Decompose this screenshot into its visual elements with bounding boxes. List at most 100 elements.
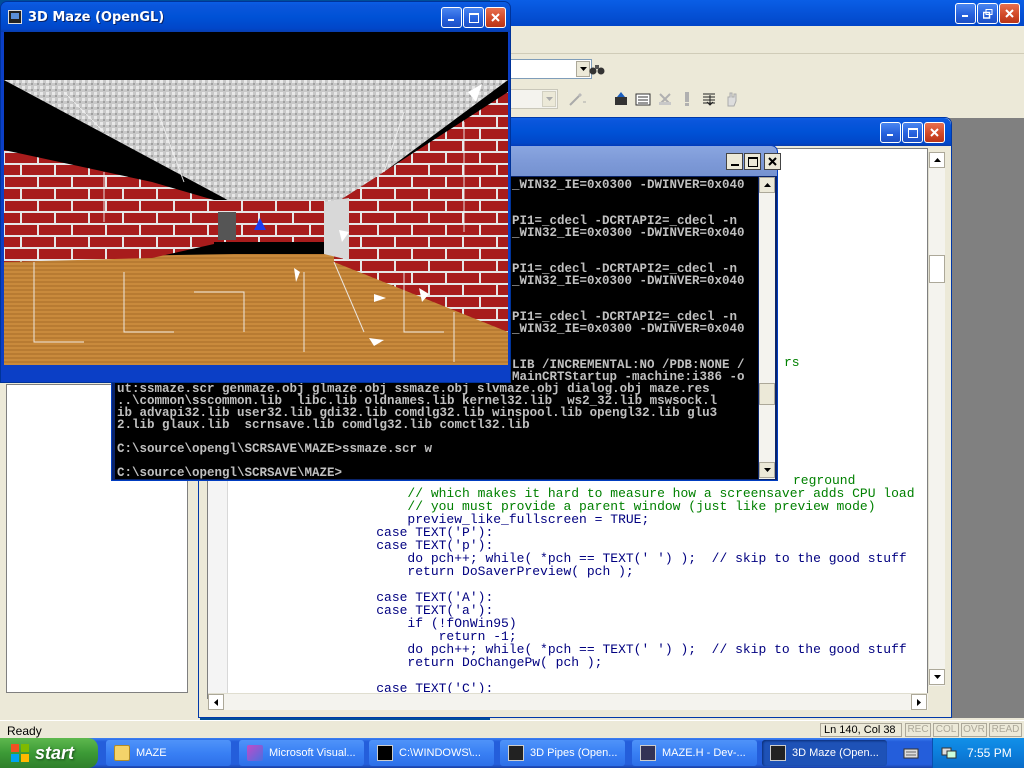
console-line: _WIN32_IE=0x0300 -DWINVER=0x040 (512, 322, 745, 336)
taskbar-button-label: 3D Pipes (Open... (530, 747, 618, 759)
opengl-app-icon (8, 10, 22, 24)
taskbar-button[interactable]: Microsoft Visual... (239, 740, 364, 766)
chevron-down-icon (542, 91, 556, 107)
taskbar-button-label: C:\WINDOWS\... (399, 747, 481, 759)
scroll-thumb[interactable] (929, 255, 945, 283)
taskbar-button-label: MAZE (136, 747, 167, 759)
system-tray: 7:55 PM (932, 738, 1024, 768)
close-icon (930, 128, 939, 137)
stop-build-button[interactable] (655, 88, 675, 110)
hand-icon (727, 92, 737, 107)
maximize-icon (468, 12, 479, 23)
vs-target-combo[interactable] (510, 89, 558, 109)
close-icon (768, 157, 777, 166)
keyboard-icon (903, 748, 919, 759)
maze-minimize-button[interactable] (441, 7, 462, 28)
find-in-files-button[interactable] (586, 59, 608, 79)
stop-build-icon (659, 93, 671, 105)
opengl-app-icon (770, 745, 786, 761)
clock[interactable]: 7:55 PM (967, 746, 1012, 760)
maze-close-button[interactable] (485, 7, 506, 28)
execute-button[interactable] (677, 88, 697, 110)
breakpoint-list-icon (703, 93, 715, 106)
editor-vertical-scrollbar[interactable] (928, 152, 945, 686)
scroll-thumb[interactable] (759, 383, 775, 405)
vs-minimize-button[interactable] (955, 3, 976, 24)
scroll-down-arrow-icon[interactable] (759, 462, 775, 478)
console-full-lines: ut:ssmaze.scr genmaze.obj glmaze.obj ssm… (117, 383, 717, 479)
vs-menu-bar (490, 26, 1024, 54)
taskbar-button-label: 3D Maze (Open... (792, 747, 879, 759)
vs-config-combo[interactable] (510, 59, 592, 79)
cmd-maximize-button[interactable] (744, 153, 761, 170)
minimize-icon (730, 163, 739, 166)
taskbar-button[interactable]: 3D Pipes (Open... (500, 740, 625, 766)
console-line: _WIN32_IE=0x0300 -DWINVER=0x040 (512, 226, 745, 240)
folder-icon (114, 745, 130, 761)
start-button[interactable]: start (0, 738, 98, 768)
console-right-lines: _WIN32_IE=0x0300 -DWINVER=0x040 PI1=_cdec… (512, 179, 745, 384)
taskbar-button-label: MAZE.H - Dev-... (662, 747, 746, 759)
status-ready-text: Ready (7, 724, 42, 738)
taskbar: start MAZE Microsoft Visual... C:\WINDOWS\… (0, 738, 1024, 768)
code-line: return DoSaverPreview( pch ); (228, 564, 634, 579)
binoculars-icon (589, 65, 605, 75)
scroll-up-arrow-icon[interactable] (929, 152, 945, 168)
vs-close-button[interactable] (999, 3, 1020, 24)
cmd-close-button[interactable] (764, 153, 781, 170)
minimize-icon (887, 134, 893, 136)
maze-3d-viewport[interactable] (4, 32, 508, 365)
scroll-up-arrow-icon[interactable] (759, 177, 775, 193)
exclamation-icon (685, 92, 689, 106)
devcpp-icon (640, 745, 656, 761)
maze-window: 3D Maze (OpenGL) (0, 1, 511, 383)
opengl-app-icon (508, 745, 524, 761)
build-icon (635, 93, 651, 106)
cmd-minimize-button[interactable] (726, 153, 743, 170)
status-line-col: Ln 140, Col 38 (820, 723, 902, 737)
start-label: start (35, 742, 75, 763)
close-icon (1005, 9, 1014, 18)
go-button[interactable] (721, 88, 741, 110)
editor-maximize-button[interactable] (902, 122, 923, 143)
maze-window-title: 3D Maze (OpenGL) (28, 10, 165, 25)
indicator-read: READ (989, 723, 1022, 737)
editor-minimize-button[interactable] (880, 122, 901, 143)
taskbar-button[interactable]: MAZE (106, 740, 231, 766)
keyboard-tray-icon[interactable] (903, 745, 919, 761)
taskbar-button[interactable]: MAZE.H - Dev-... (632, 740, 757, 766)
editor-horizontal-scrollbar[interactable] (208, 693, 928, 710)
editor-close-button[interactable] (924, 122, 945, 143)
console-line: 2.lib glaux.lib scrnsave.lib comdlg32.li… (117, 418, 530, 432)
build-button[interactable] (633, 88, 653, 110)
wand-icon (569, 93, 586, 106)
scroll-down-arrow-icon[interactable] (929, 669, 945, 685)
maze-window-frame-bottom (1, 365, 510, 382)
scroll-right-arrow-icon[interactable] (911, 694, 927, 710)
close-icon (491, 13, 500, 22)
console-line: _WIN32_IE=0x0300 -DWINVER=0x040 (512, 274, 745, 288)
maximize-icon (747, 156, 758, 167)
maze-maximize-button[interactable] (463, 7, 484, 28)
restore-icon (982, 8, 992, 19)
compile-icon (615, 92, 627, 105)
console-line: C:\source\opengl\SCRSAVE\MAZE> (117, 466, 343, 479)
minimize-icon (448, 19, 454, 21)
indicator-col: COL (933, 723, 959, 737)
compile-button[interactable] (611, 88, 631, 110)
taskbar-button[interactable]: 3D Maze (Open... (762, 740, 887, 766)
network-icon[interactable] (941, 745, 957, 761)
wand-button[interactable] (562, 88, 592, 110)
indicator-ovr: OVR (961, 723, 987, 737)
console-line: C:\source\opengl\SCRSAVE\MAZE>ssmaze.scr… (117, 442, 433, 456)
vs-restore-button[interactable] (977, 3, 998, 24)
taskbar-button[interactable]: C:\WINDOWS\... (369, 740, 494, 766)
insert-breakpoint-button[interactable] (699, 88, 719, 110)
visual-studio-title-bar[interactable] (490, 0, 1024, 26)
console-scrollbar[interactable] (759, 177, 775, 479)
command-prompt-icon (377, 745, 393, 761)
scroll-left-arrow-icon[interactable] (208, 694, 224, 710)
